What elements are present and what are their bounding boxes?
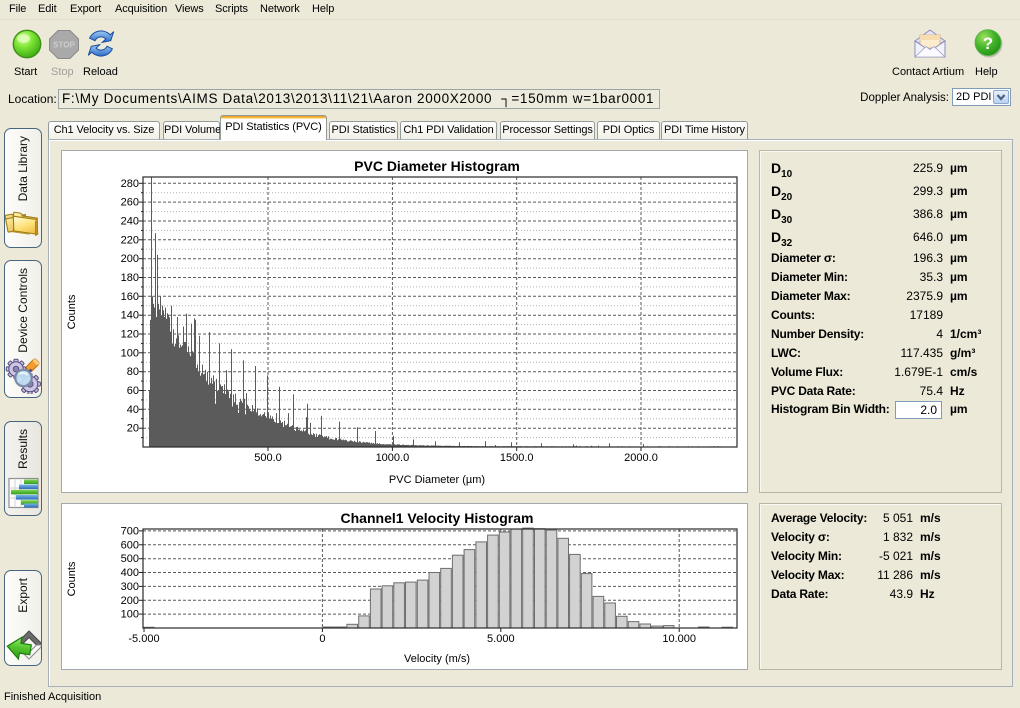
- svg-text:60: 60: [127, 385, 139, 397]
- svg-text:280: 280: [121, 178, 139, 190]
- svg-text:?: ?: [983, 34, 993, 53]
- svg-text:100: 100: [121, 609, 139, 621]
- svg-text:700: 700: [121, 525, 139, 537]
- svg-text:PVC Diameter Histogram: PVC Diameter Histogram: [354, 158, 520, 174]
- svg-text:400: 400: [121, 567, 139, 579]
- svg-text:200: 200: [121, 595, 139, 607]
- svg-text:180: 180: [121, 272, 139, 284]
- svg-text:140: 140: [121, 310, 139, 322]
- svg-text:40: 40: [127, 404, 139, 416]
- svg-text:Channel1 Velocity Histogram: Channel1 Velocity Histogram: [341, 510, 534, 526]
- svg-text:0: 0: [319, 633, 325, 645]
- svg-text:STOP: STOP: [53, 41, 75, 50]
- svg-text:1000.0: 1000.0: [376, 452, 410, 464]
- svg-text:80: 80: [127, 366, 139, 378]
- svg-text:Counts: Counts: [66, 561, 78, 596]
- svg-text:220: 220: [121, 234, 139, 246]
- svg-text:200: 200: [121, 253, 139, 265]
- svg-text:10.000: 10.000: [662, 633, 696, 645]
- svg-text:1500.0: 1500.0: [500, 452, 534, 464]
- svg-text:500.0: 500.0: [254, 452, 282, 464]
- svg-text:-5.000: -5.000: [128, 633, 159, 645]
- svg-text:PVC Diameter (µm): PVC Diameter (µm): [389, 474, 485, 486]
- svg-text:Counts: Counts: [66, 294, 78, 329]
- svg-text:160: 160: [121, 291, 139, 303]
- svg-text:120: 120: [121, 329, 139, 341]
- svg-text:2000.0: 2000.0: [624, 452, 658, 464]
- svg-text:240: 240: [121, 216, 139, 228]
- svg-text:100: 100: [121, 347, 139, 359]
- svg-text:5.000: 5.000: [487, 633, 515, 645]
- svg-text:300: 300: [121, 581, 139, 593]
- svg-text:260: 260: [121, 197, 139, 209]
- svg-text:Velocity (m/s): Velocity (m/s): [404, 653, 470, 665]
- svg-text:500: 500: [121, 553, 139, 565]
- svg-text:600: 600: [121, 539, 139, 551]
- svg-text:20: 20: [127, 423, 139, 435]
